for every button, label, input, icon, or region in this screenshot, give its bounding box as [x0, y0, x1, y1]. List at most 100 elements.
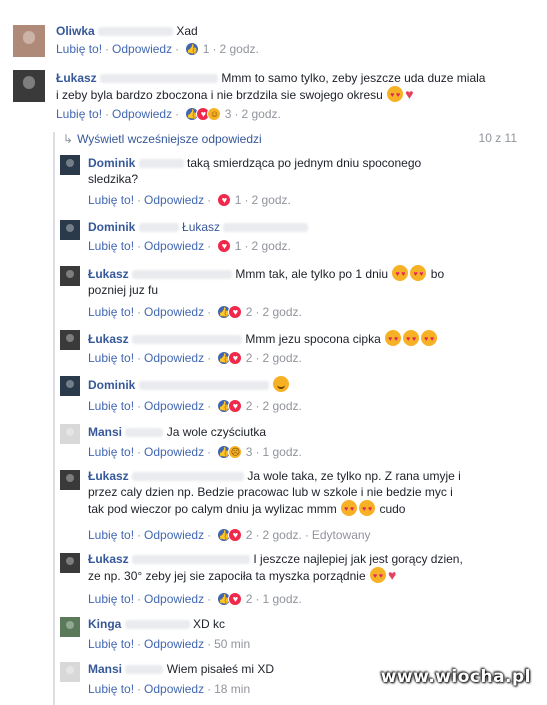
- commenter-name[interactable]: Łukasz: [88, 332, 129, 346]
- redacted-name: [125, 665, 164, 675]
- timestamp[interactable]: 2 godz.: [262, 528, 301, 542]
- reaction-icons[interactable]: 👍 ♥: [217, 528, 243, 542]
- commenter-name[interactable]: Łukasz: [88, 552, 129, 566]
- like-button[interactable]: Lubię to!: [88, 445, 134, 459]
- heart-eyes-emoji-icon: [392, 265, 409, 283]
- avatar[interactable]: [60, 617, 80, 637]
- comment-body: Łukasz Mmm jezu spocona cipka: [88, 330, 438, 348]
- reaction-icons[interactable]: ♥: [217, 193, 232, 207]
- reply-button[interactable]: Odpowiedz: [112, 107, 172, 121]
- reply-button[interactable]: Odpowiedz: [144, 682, 204, 696]
- commenter-name[interactable]: Łukasz: [88, 469, 129, 483]
- avatar[interactable]: [60, 470, 80, 490]
- like-button[interactable]: Lubię to!: [88, 399, 134, 413]
- mention-link[interactable]: Łukasz: [182, 220, 220, 234]
- heart-eyes-emoji-icon: [369, 567, 386, 585]
- like-button[interactable]: Lubię to!: [88, 239, 134, 253]
- avatar[interactable]: [13, 70, 45, 102]
- commenter-name[interactable]: Łukasz: [56, 71, 97, 85]
- redacted-name: [125, 428, 164, 438]
- like-button[interactable]: Lubię to!: [88, 528, 134, 542]
- like-button[interactable]: Lubię to!: [56, 107, 102, 121]
- avatar[interactable]: [60, 662, 80, 682]
- commenter-name[interactable]: Mansi: [88, 425, 122, 439]
- avatar[interactable]: [60, 424, 80, 444]
- reaction-icons[interactable]: 👍 ☹: [217, 445, 243, 459]
- comment-body: Łukasz Mmm tak, ale tylko po 1 dniu bo p…: [88, 265, 444, 298]
- love-reaction-icon: ♥: [228, 351, 243, 365]
- reaction-icons[interactable]: ♥: [217, 239, 232, 253]
- timestamp[interactable]: 2 godz.: [262, 305, 301, 319]
- avatar[interactable]: [60, 553, 80, 573]
- love-reaction-icon: ♥: [228, 592, 243, 606]
- avatar[interactable]: [60, 220, 80, 240]
- reply-button[interactable]: Odpowiedz: [112, 42, 172, 56]
- commenter-name[interactable]: Dominik: [88, 220, 135, 234]
- timestamp[interactable]: 50 min: [214, 637, 250, 651]
- reply-button[interactable]: Odpowiedz: [144, 445, 204, 459]
- redacted-name: [124, 620, 190, 630]
- avatar[interactable]: [60, 376, 80, 396]
- like-button[interactable]: Lubię to!: [88, 637, 134, 651]
- reaction-icons[interactable]: 👍: [185, 42, 200, 56]
- commenter-name[interactable]: Oliwka: [56, 24, 95, 38]
- like-button[interactable]: Lubię to!: [88, 193, 134, 207]
- comment-actions: Lubię to! · Odpowiedz · 18 min: [88, 682, 251, 696]
- love-reaction-icon: ♥: [217, 193, 232, 207]
- reaction-icons[interactable]: 👍 ♥: [217, 351, 243, 365]
- timestamp[interactable]: 2 godz.: [241, 107, 280, 121]
- reply-button[interactable]: Odpowiedz: [144, 592, 204, 606]
- comment-text: XD kc: [193, 617, 226, 631]
- comment-body: Oliwka Xad: [56, 23, 198, 39]
- timestamp[interactable]: 2 godz.: [262, 351, 301, 365]
- timestamp[interactable]: 2 godz.: [219, 42, 258, 56]
- commenter-name[interactable]: Dominik: [88, 156, 135, 170]
- comment-body: Kinga XD kc: [88, 616, 225, 632]
- comment-actions: Lubię to! · Odpowiedz · 50 min: [88, 637, 251, 651]
- reply-button[interactable]: Odpowiedz: [144, 193, 204, 207]
- view-previous-replies-link[interactable]: ↳ Wyświetl wcześniejsze odpowiedzi: [63, 131, 262, 147]
- commenter-name[interactable]: Łukasz: [88, 267, 129, 281]
- timestamp[interactable]: 2 godz.: [262, 399, 301, 413]
- love-reaction-icon: ♥: [228, 528, 243, 542]
- avatar[interactable]: [13, 25, 45, 57]
- reply-button[interactable]: Odpowiedz: [144, 239, 204, 253]
- comment-actions: Lubię to! · Odpowiedz · 👍 ♥ 2 · 1 godz.: [88, 592, 302, 606]
- redacted-name: [132, 335, 243, 345]
- commenter-name[interactable]: Dominik: [88, 378, 135, 392]
- timestamp[interactable]: 18 min: [214, 682, 250, 696]
- heart-eyes-emoji-icon: [341, 500, 358, 518]
- reply-button[interactable]: Odpowiedz: [144, 399, 204, 413]
- comment-actions: Lubię to! · Odpowiedz · ♥ 1 · 2 godz.: [88, 239, 291, 253]
- reaction-icons[interactable]: 👍 ♥: [217, 399, 243, 413]
- reply-button[interactable]: Odpowiedz: [144, 305, 204, 319]
- reaction-icons[interactable]: 👍 ♥: [217, 592, 243, 606]
- reply-button[interactable]: Odpowiedz: [144, 351, 204, 365]
- like-button[interactable]: Lubię to!: [88, 592, 134, 606]
- timestamp[interactable]: 2 godz.: [251, 239, 290, 253]
- comment-text: bo: [430, 267, 445, 281]
- timestamp[interactable]: 1 godz.: [262, 445, 301, 459]
- avatar[interactable]: [60, 330, 80, 350]
- like-button[interactable]: Lubię to!: [88, 305, 134, 319]
- timestamp[interactable]: 2 godz.: [251, 193, 290, 207]
- edited-label[interactable]: Edytowany: [312, 528, 371, 542]
- comment-body: Mansi Wiem pisałeś mi XD: [88, 661, 274, 677]
- commenter-name[interactable]: Kinga: [88, 617, 121, 631]
- reply-button[interactable]: Odpowiedz: [144, 637, 204, 651]
- comment-actions: Lubię to! · Odpowiedz · ♥ 1 · 2 godz.: [88, 193, 291, 207]
- avatar[interactable]: [60, 266, 80, 286]
- redacted-name: [98, 27, 174, 37]
- avatar[interactable]: [60, 155, 80, 175]
- comment-actions: Lubię to! · Odpowiedz · 👍 ☹ 3 · 1 godz.: [88, 445, 302, 459]
- like-button[interactable]: Lubię to!: [88, 351, 134, 365]
- like-button[interactable]: Lubię to!: [88, 682, 134, 696]
- timestamp[interactable]: 1 godz.: [262, 592, 301, 606]
- love-reaction-icon: ♥: [228, 305, 243, 319]
- commenter-name[interactable]: Mansi: [88, 662, 122, 676]
- like-button[interactable]: Lubię to!: [56, 42, 102, 56]
- reply-button[interactable]: Odpowiedz: [144, 528, 204, 542]
- heart-eyes-emoji-icon: [387, 86, 404, 104]
- reaction-icons[interactable]: 👍 ♥: [217, 305, 243, 319]
- reaction-icons[interactable]: 👍 ♥ ☺: [185, 107, 222, 121]
